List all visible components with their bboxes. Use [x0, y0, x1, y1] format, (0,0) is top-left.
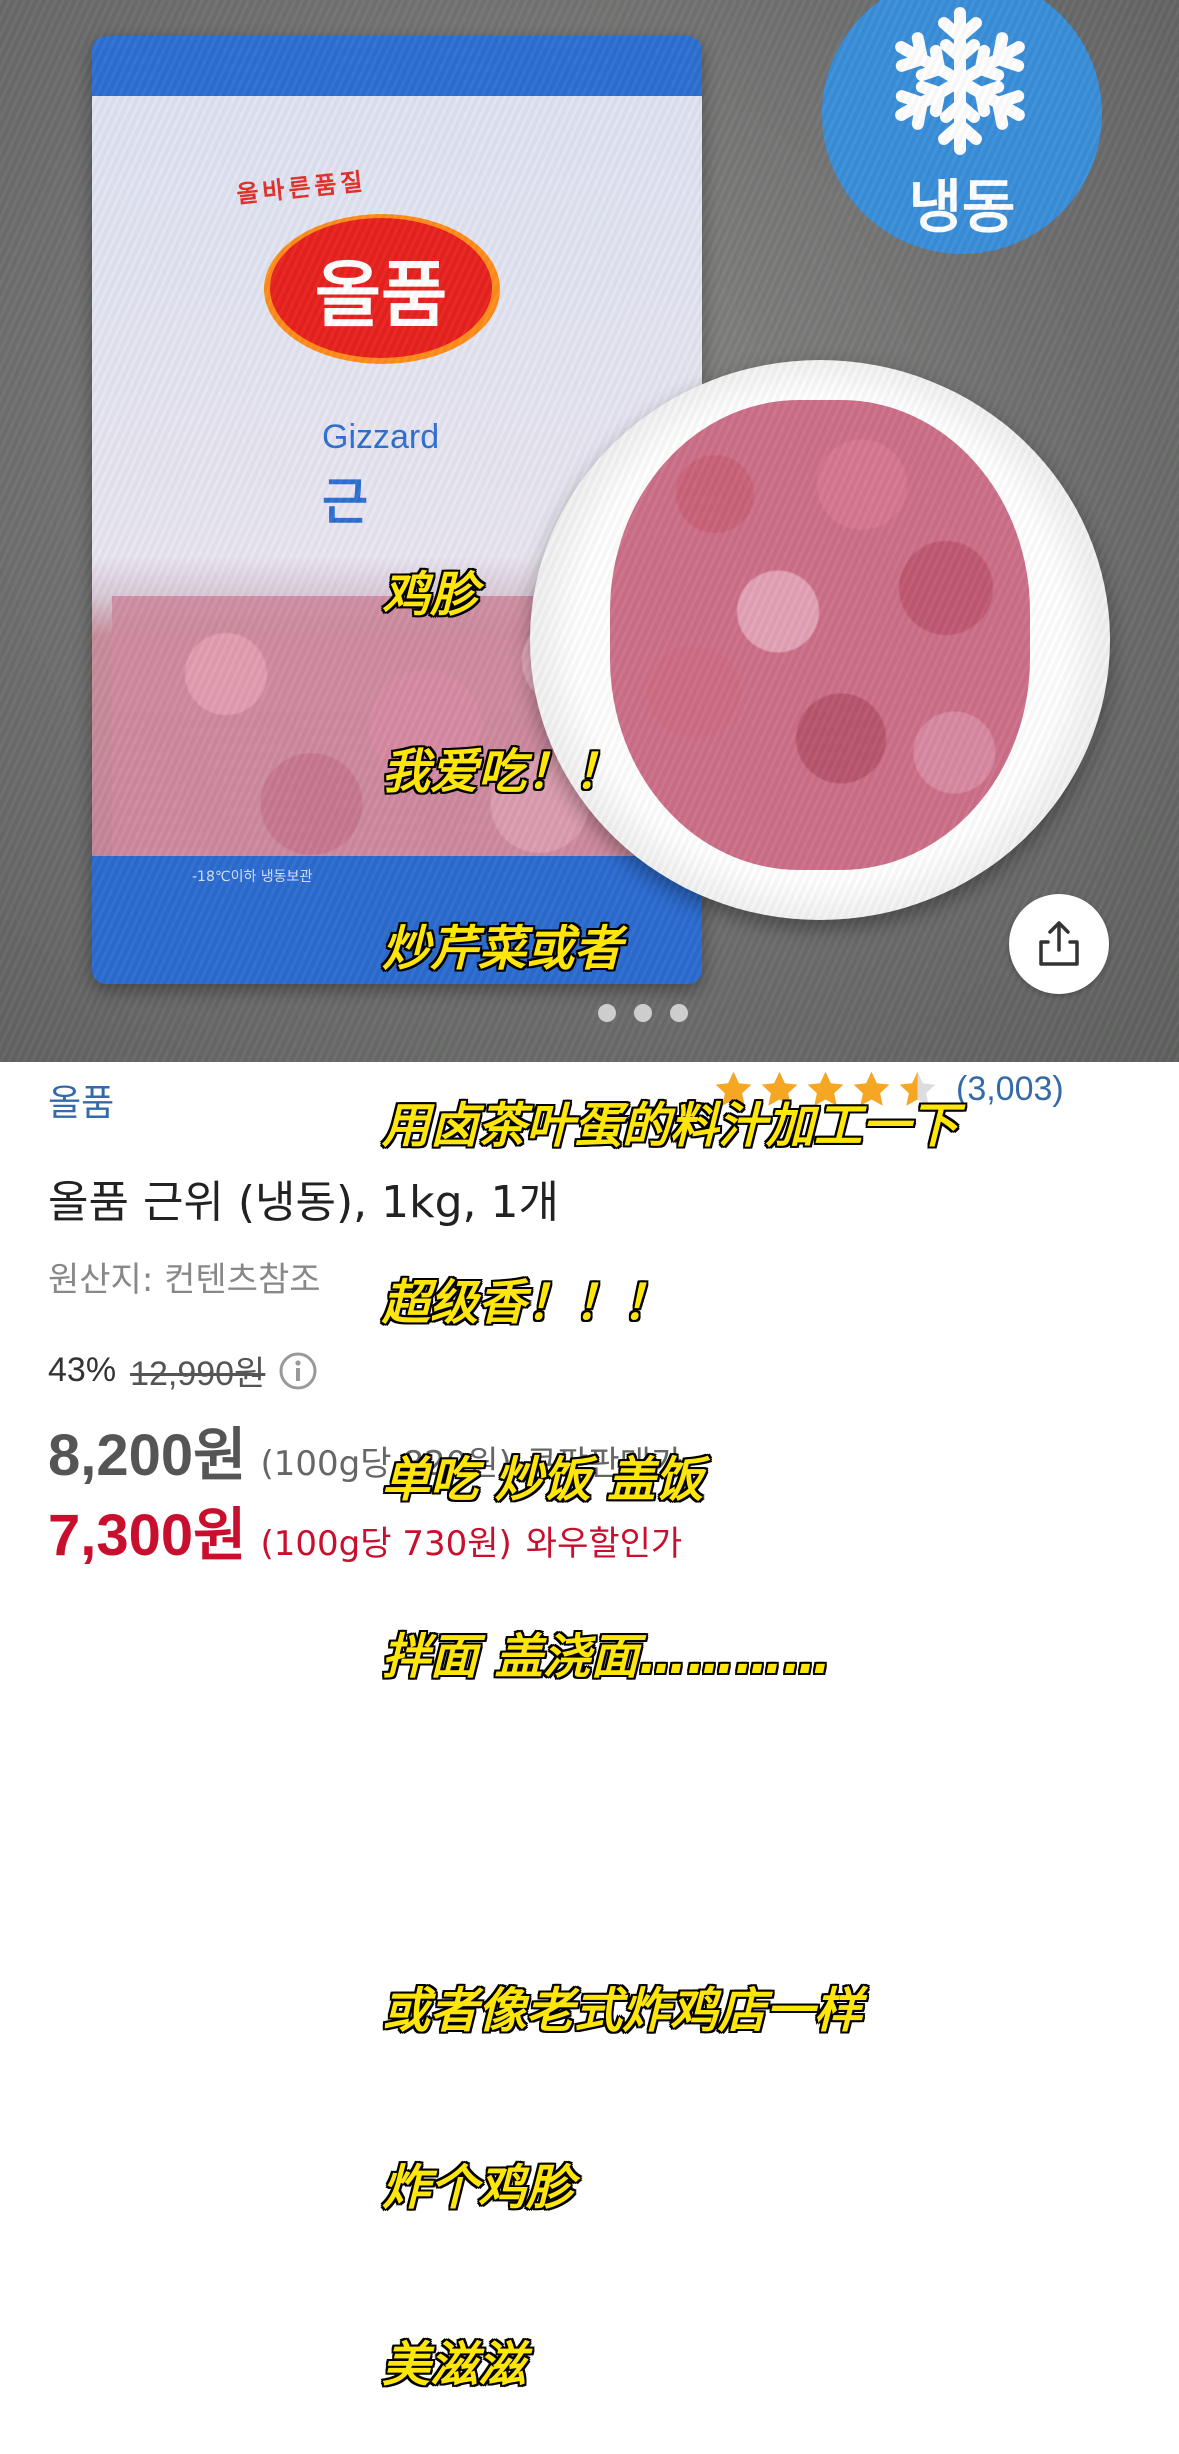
discount-rate: 43% [48, 1351, 117, 1389]
overlay-line: 我爱吃！！ [382, 744, 623, 800]
overlay-line: 单吃 炒饭 盖饭 [382, 1452, 704, 1508]
info-icon[interactable] [277, 1350, 319, 1392]
brand-logo-text: 올품 [314, 252, 448, 337]
bag-storage-label: -18℃이하 냉동보관 [192, 869, 313, 885]
frozen-label: 냉동 [908, 173, 1016, 241]
overlay-line: 或者像老式炸鸡店一样 [382, 1983, 863, 2039]
overlay-line: 超级香！！！ [382, 1275, 671, 1331]
product-origin: 원산지: 컨텐츠참조 [48, 1260, 321, 1300]
overlay-line: 拌面 盖浇面………… [382, 1629, 831, 1685]
original-price: 12,990원 [130, 1355, 266, 1393]
overlay-line: 鸡胗 [382, 567, 479, 623]
share-button[interactable] [1009, 894, 1109, 994]
review-count[interactable]: (3,003) [956, 1070, 1064, 1109]
discount-row: 43% 12,990원 [48, 1346, 319, 1395]
bag-product-kr: 근 [322, 473, 368, 531]
overlay-line: 炸个鸡胗 [382, 2160, 575, 2216]
snowflake-icon [880, 7, 1040, 156]
overlay-caption: 鸡胗 我爱吃！！ 炒芹菜或者 用卤茶叶蛋的料汁加工一下 超级香！！！ 单吃 炒饭… [382, 448, 958, 2454]
share-icon [1039, 921, 1079, 966]
wow-price: 7,300원 [48, 1503, 247, 1568]
brand-link[interactable]: 올품 [48, 1074, 114, 1126]
overlay-line: 炒芹菜或者 [382, 921, 623, 977]
overlay-line [382, 1805, 958, 1864]
overlay-line: 美滋滋 [382, 2337, 527, 2393]
overlay-line: 用卤茶叶蛋的料汁加工一下 [382, 1098, 959, 1154]
sale-price: 8,200원 [48, 1423, 247, 1488]
